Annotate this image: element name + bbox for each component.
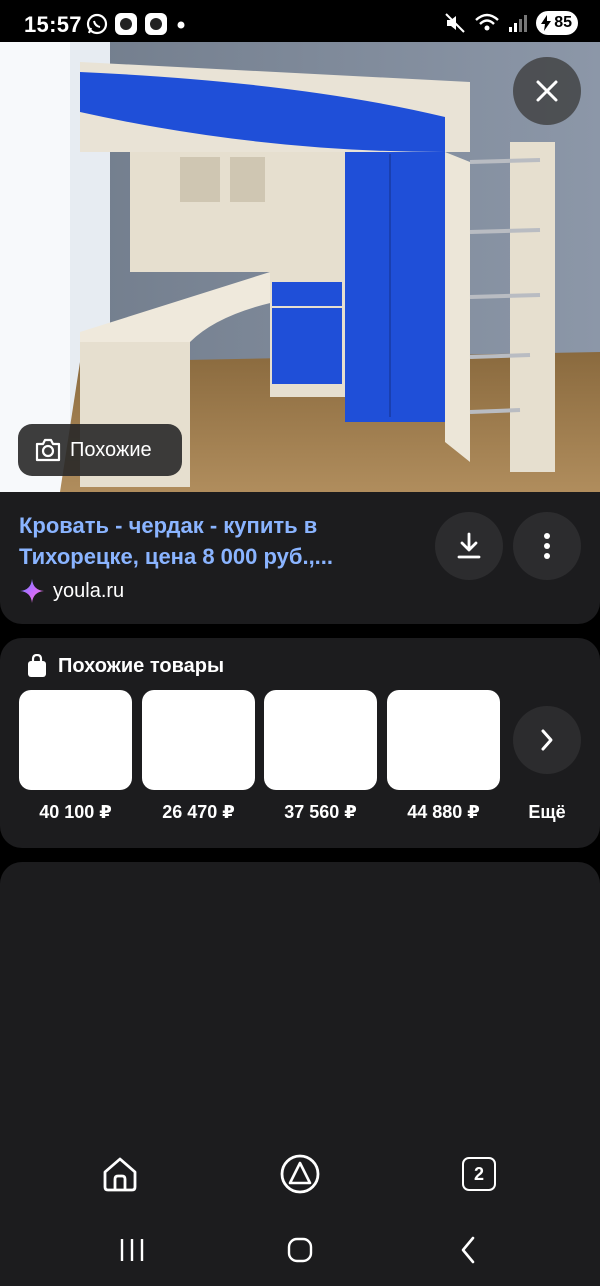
more-vertical-icon — [544, 533, 550, 559]
download-button[interactable] — [435, 512, 503, 580]
status-right: 85 — [444, 11, 578, 35]
result-info-card: Кровать - чердак - купить в Тихорецке, ц… — [0, 492, 600, 624]
chevron-right-icon — [541, 729, 553, 751]
close-icon — [536, 80, 558, 102]
product-price: 40 100 ₽ — [39, 802, 112, 822]
camera-icon — [35, 438, 61, 462]
app-icon — [145, 13, 167, 35]
home-system-button[interactable] — [280, 1230, 320, 1270]
product-card[interactable]: 37 560 ₽ — [264, 690, 377, 823]
similar-search-button[interactable]: Похожие — [18, 424, 182, 476]
whatsapp-icon — [86, 13, 108, 35]
tabs-button[interactable]: 2 — [457, 1152, 501, 1196]
app-icon — [115, 13, 137, 35]
product-image — [264, 690, 377, 790]
product-price: 37 560 ₽ — [284, 802, 357, 822]
source-domain: youla.ru — [53, 579, 125, 602]
signal-icon — [509, 15, 528, 32]
recent-apps-icon — [120, 1239, 144, 1261]
more-products-label[interactable]: Ещё — [513, 802, 581, 823]
mute-icon — [445, 13, 465, 33]
back-button[interactable] — [448, 1230, 488, 1270]
product-image — [387, 690, 500, 790]
product-card[interactable]: 44 880 ₽ — [387, 690, 500, 823]
battery-level: 85 — [554, 14, 572, 31]
alice-assistant-button[interactable] — [278, 1152, 322, 1196]
more-products-button[interactable] — [513, 706, 581, 774]
wifi-icon — [475, 13, 500, 31]
charging-icon — [541, 15, 552, 31]
back-icon — [461, 1236, 475, 1264]
sparkle-icon — [20, 579, 44, 603]
similar-products-header: Похожие товары — [26, 654, 224, 678]
home-system-icon — [287, 1237, 313, 1263]
recent-apps-button[interactable] — [112, 1230, 152, 1270]
similar-products-card: Похожие товары 40 100 ₽ 26 470 ₽ 37 560 … — [0, 638, 600, 848]
alice-icon — [280, 1154, 320, 1194]
similar-search-label: Похожие — [70, 438, 152, 461]
home-icon — [103, 1157, 137, 1192]
tab-count: 2 — [462, 1157, 496, 1191]
product-price: 44 880 ₽ — [407, 802, 480, 822]
product-card[interactable]: 40 100 ₽ — [19, 690, 132, 823]
result-title-link[interactable]: Кровать - чердак - купить в Тихорецке, ц… — [19, 510, 419, 572]
product-image — [19, 690, 132, 790]
close-button[interactable] — [513, 57, 581, 125]
home-button[interactable] — [98, 1152, 142, 1196]
download-icon — [457, 532, 481, 559]
status-time: 15:57 — [24, 12, 82, 37]
dot-icon — [177, 21, 185, 29]
content-card — [0, 862, 600, 1286]
shopping-bag-icon — [28, 654, 46, 677]
battery-indicator: 85 — [536, 11, 578, 35]
similar-products-title: Похожие товары — [58, 654, 225, 677]
notification-icons — [86, 12, 188, 36]
product-image — [142, 690, 255, 790]
product-card[interactable]: 26 470 ₽ — [142, 690, 255, 823]
more-options-button[interactable] — [513, 512, 581, 580]
product-price: 26 470 ₽ — [162, 802, 235, 822]
source-link[interactable]: youla.ru — [19, 578, 124, 604]
